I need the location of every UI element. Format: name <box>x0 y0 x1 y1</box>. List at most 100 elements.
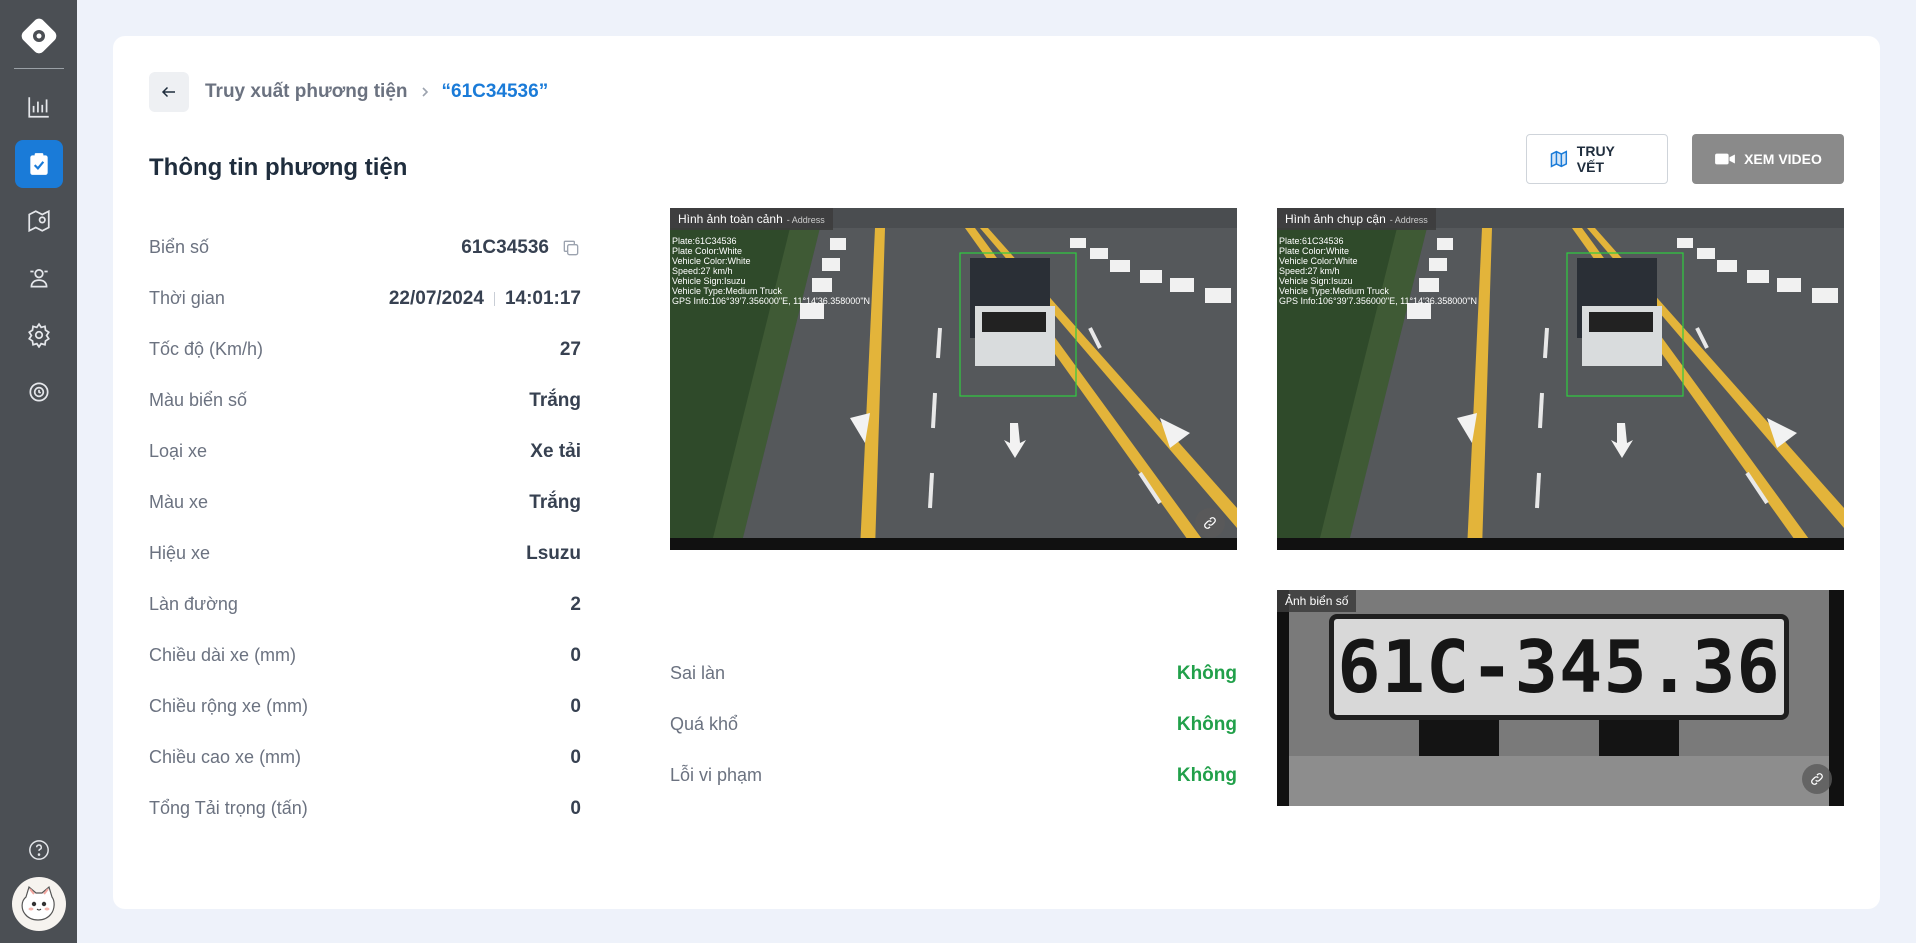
bumper <box>1289 756 1829 806</box>
length-value: 0 <box>570 644 581 666</box>
overlay-line: GPS Info:106°39'7.356000"E, 11°14'36.358… <box>1279 296 1478 306</box>
plate-color-value: Trắng <box>529 389 581 411</box>
info-label: Chiều cao xe (mm) <box>149 747 302 767</box>
date-value: 22/07/2024 <box>388 287 484 309</box>
violation-label: Sai làn <box>670 663 726 683</box>
info-row-plate: Biển số 61C34536 <box>149 222 581 273</box>
plate-characters: 61C-345.36 <box>1337 625 1781 709</box>
help-icon[interactable] <box>26 837 52 863</box>
info-row-plate-color: Màu biển số Trắng <box>149 375 581 426</box>
plate-image-tag: Ảnh biển số <box>1277 590 1357 612</box>
sidebar <box>0 0 77 943</box>
brand-value: Lsuzu <box>526 542 581 564</box>
info-label: Màu biển số <box>149 390 248 410</box>
back-button[interactable] <box>149 72 189 112</box>
time-divider <box>493 291 495 306</box>
info-label: Làn đường <box>149 594 238 614</box>
link-icon <box>1204 517 1216 529</box>
action-buttons: TRUY VẾT XEM VIDEO <box>1526 134 1844 184</box>
overlay-line: Speed:27 km/h <box>1279 266 1340 276</box>
plate-image[interactable]: Ảnh biển số 61C-345.36 <box>1277 590 1844 806</box>
violation-value: Không <box>1176 662 1237 684</box>
nav-item-users[interactable] <box>15 254 63 302</box>
users-icon <box>29 269 48 288</box>
video-icon <box>1715 153 1735 165</box>
info-label: Thời gian <box>149 288 225 308</box>
violation-value: Không <box>1176 764 1237 786</box>
plate-surface: 61C-345.36 <box>1329 614 1789 720</box>
breadcrumb-parent[interactable]: Truy xuất phương tiện <box>205 81 408 103</box>
info-row-width: Chiều rộng xe (mm) 0 <box>149 681 581 732</box>
nav-item-settings[interactable] <box>15 311 63 359</box>
nav-item-history[interactable] <box>15 368 63 416</box>
overlay-line: Plate:61C34536 <box>672 236 737 246</box>
overlay-text: Plate:61C34536 Plate Color:White Vehicle… <box>672 236 870 306</box>
violation-row-wrong-lane: Sai làn Không <box>670 648 1237 699</box>
sidebar-nav <box>14 83 63 416</box>
info-row-height: Chiều cao xe (mm) 0 <box>149 732 581 783</box>
violations-list: Sai làn Không Quá khổ Không Lỗi vi phạm … <box>670 648 1237 801</box>
violation-row-oversize: Quá khổ Không <box>670 699 1237 750</box>
height-value: 0 <box>570 746 581 768</box>
overlay-line: Plate Color:White <box>1279 246 1350 256</box>
map-pin-icon <box>27 209 50 233</box>
watch-video-label: XEM VIDEO <box>1744 151 1822 167</box>
violation-row-error: Lỗi vi phạm Không <box>670 750 1237 801</box>
info-row-time: Thời gian 22/07/2024 14:01:17 <box>149 273 581 324</box>
overlay-text: Plate:61C34536 Plate Color:White Vehicle… <box>1279 236 1477 306</box>
overview-image[interactable]: Hình ảnh toàn cảnh - Address Plate:61C34… <box>670 208 1237 550</box>
closeup-image-tag: Hình ảnh chụp cận - Address <box>1277 208 1436 230</box>
plate-value: 61C34536 <box>461 236 549 258</box>
overlay-line: Vehicle Type:Medium Truck <box>1279 286 1389 296</box>
info-row-vehicle-color: Màu xe Trắng <box>149 477 581 528</box>
vehicle-color-value: Trắng <box>529 491 581 513</box>
avatar[interactable] <box>11 877 66 931</box>
plate-mount-left <box>1419 720 1499 756</box>
closeup-tag-address: - Address <box>1389 215 1428 225</box>
info-row-load: Tổng Tải trọng (tấn) 0 <box>149 783 581 834</box>
info-label: Màu xe <box>149 492 209 512</box>
vehicle-type-value: Xe tải <box>530 440 581 462</box>
violation-label: Lỗi vi phạm <box>670 765 763 785</box>
overlay-line: Plate:61C34536 <box>1279 236 1344 246</box>
plate-crop: 61C-345.36 <box>1289 590 1829 806</box>
lane-value: 2 <box>570 593 581 615</box>
logo-icon[interactable] <box>19 16 59 56</box>
nav-item-statistics[interactable] <box>15 83 63 131</box>
breadcrumb-current: “61C34536” <box>441 81 549 102</box>
clipboard-check-icon <box>29 153 48 175</box>
info-label: Tốc độ (Km/h) <box>149 339 264 359</box>
chevron-right-icon <box>420 86 430 98</box>
overlay-line: Plate Color:White <box>672 246 743 256</box>
overview-image-tag: Hình ảnh toàn cảnh - Address <box>670 208 833 230</box>
info-label: Chiều dài xe (mm) <box>149 645 297 665</box>
nav-item-vehicle-lookup[interactable] <box>14 140 63 188</box>
clock-value: 14:01:17 <box>504 287 581 309</box>
breadcrumb: Truy xuất phương tiện “61C34536” <box>149 72 548 112</box>
overlay-line: Vehicle Sign:Isuzu <box>1279 276 1353 286</box>
sidebar-bottom <box>0 837 77 931</box>
info-label: Loại xe <box>149 441 208 461</box>
info-label: Biển số <box>149 237 210 257</box>
info-row-speed: Tốc độ (Km/h) 27 <box>149 324 581 375</box>
info-row-length: Chiều dài xe (mm) 0 <box>149 630 581 681</box>
info-row-lane: Làn đường 2 <box>149 579 581 630</box>
history-icon <box>28 382 49 402</box>
overview-tag-label: Hình ảnh toàn cảnh <box>678 212 783 226</box>
nav-item-map[interactable] <box>15 197 63 245</box>
map-icon <box>1550 150 1568 168</box>
trace-button[interactable]: TRUY VẾT <box>1526 134 1668 184</box>
overview-link-button[interactable] <box>1195 508 1225 538</box>
info-label: Hiệu xe <box>149 543 211 563</box>
overview-tag-address: - Address <box>786 215 825 225</box>
link-icon <box>1811 773 1823 785</box>
closeup-tag-label: Hình ảnh chụp cận <box>1285 212 1386 226</box>
info-row-vehicle-type: Loại xe Xe tải <box>149 426 581 477</box>
overlay-line: Speed:27 km/h <box>672 266 733 276</box>
plate-link-button[interactable] <box>1802 764 1832 794</box>
closeup-image[interactable]: Hình ảnh chụp cận - Address Plate:61C345… <box>1277 208 1844 550</box>
violation-label: Quá khổ <box>670 714 739 734</box>
copy-icon[interactable] <box>561 238 581 258</box>
watch-video-button[interactable]: XEM VIDEO <box>1692 134 1844 184</box>
info-row-brand: Hiệu xe Lsuzu <box>149 528 581 579</box>
